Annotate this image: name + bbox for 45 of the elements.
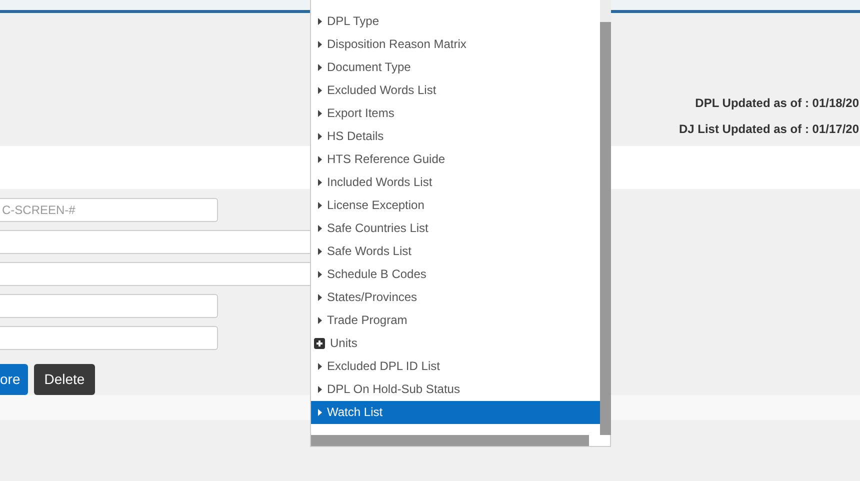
caret-icon	[318, 225, 322, 232]
menu-item[interactable]: HTS Reference Guide	[311, 148, 600, 171]
menu-item[interactable]: Excluded DPL ID List	[311, 355, 600, 378]
menu-item[interactable]: Disposition Reason Matrix	[311, 33, 600, 56]
caret-icon	[318, 409, 322, 416]
menu-item[interactable]: License Exception	[311, 194, 600, 217]
menu-item[interactable]: Units	[311, 332, 600, 355]
caret-icon	[318, 156, 322, 163]
menu-item[interactable]: DPL Type	[311, 10, 600, 33]
menu-item[interactable]: Included Words List	[311, 171, 600, 194]
caret-icon	[318, 386, 322, 393]
menu-item[interactable]: HS Details	[311, 125, 600, 148]
caret-icon	[318, 294, 322, 301]
save-button[interactable]: ore	[0, 364, 28, 395]
menu-item[interactable]: DPL On Hold-Sub Status	[311, 378, 600, 401]
caret-icon	[318, 18, 322, 25]
menu-item[interactable]: States/Provinces	[311, 286, 600, 309]
menu-item[interactable]: Document Type	[311, 56, 600, 79]
update-date-text: DPL Updated as of : 01/18/20	[695, 95, 859, 112]
update-date-text: DJ List Updated as of : 01/17/20	[678, 121, 859, 138]
caret-icon	[318, 110, 322, 117]
vertical-scrollbar[interactable]	[600, 0, 611, 435]
caret-icon	[318, 64, 322, 71]
menu-item[interactable]: Schedule B Codes	[311, 263, 600, 286]
caret-icon	[318, 317, 322, 324]
caret-icon	[318, 363, 322, 370]
caret-icon	[318, 271, 322, 278]
delete-button[interactable]: Delete	[34, 364, 95, 395]
input-field[interactable]	[0, 294, 218, 318]
menu-item[interactable]: Export Items	[311, 102, 600, 125]
input-field[interactable]: C-SCREEN-#	[0, 198, 218, 222]
menu-item[interactable]: Excluded Words List	[311, 79, 600, 102]
horizontal-scrollbar[interactable]	[311, 435, 589, 446]
menu-item[interactable]: Safe Countries List	[311, 217, 600, 240]
input-field[interactable]	[0, 326, 218, 350]
caret-icon	[318, 87, 322, 94]
menu-item[interactable]: Trade Program	[311, 309, 600, 332]
menu-item[interactable]: Watch List	[311, 401, 600, 424]
caret-icon	[318, 133, 322, 140]
caret-icon	[318, 248, 322, 255]
plus-icon	[314, 338, 325, 349]
caret-icon	[318, 41, 322, 48]
caret-icon	[318, 179, 322, 186]
caret-icon	[318, 202, 322, 209]
menu-item[interactable]: Safe Words List	[311, 240, 600, 263]
